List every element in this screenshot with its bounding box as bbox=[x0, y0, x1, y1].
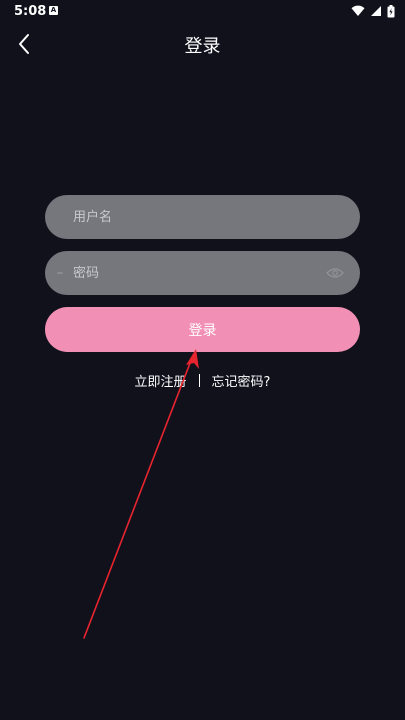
nav-bar: 登录 bbox=[0, 24, 405, 64]
signal-icon bbox=[371, 6, 381, 16]
status-bar: 5:08 A bbox=[0, 0, 405, 24]
password-field-container bbox=[45, 251, 360, 295]
register-link[interactable]: 立即注册 bbox=[135, 371, 187, 390]
password-input[interactable] bbox=[45, 251, 360, 295]
link-divider bbox=[198, 374, 200, 387]
lock-icon bbox=[57, 272, 63, 274]
login-button[interactable]: 登录 bbox=[45, 307, 360, 352]
auth-links: 立即注册 忘记密码? bbox=[0, 371, 405, 390]
forgot-password-link[interactable]: 忘记密码? bbox=[212, 371, 271, 390]
username-field-container bbox=[45, 195, 360, 239]
status-icons bbox=[351, 4, 395, 18]
notification-icon: A bbox=[49, 6, 58, 15]
eye-icon bbox=[326, 268, 344, 278]
password-visibility-toggle[interactable] bbox=[326, 265, 344, 281]
status-time: 5:08 bbox=[14, 4, 47, 19]
wifi-icon bbox=[351, 5, 365, 16]
page-title: 登录 bbox=[184, 36, 221, 57]
annotation-arrow bbox=[83, 349, 199, 639]
username-input[interactable] bbox=[45, 195, 360, 239]
battery-icon bbox=[387, 4, 395, 17]
